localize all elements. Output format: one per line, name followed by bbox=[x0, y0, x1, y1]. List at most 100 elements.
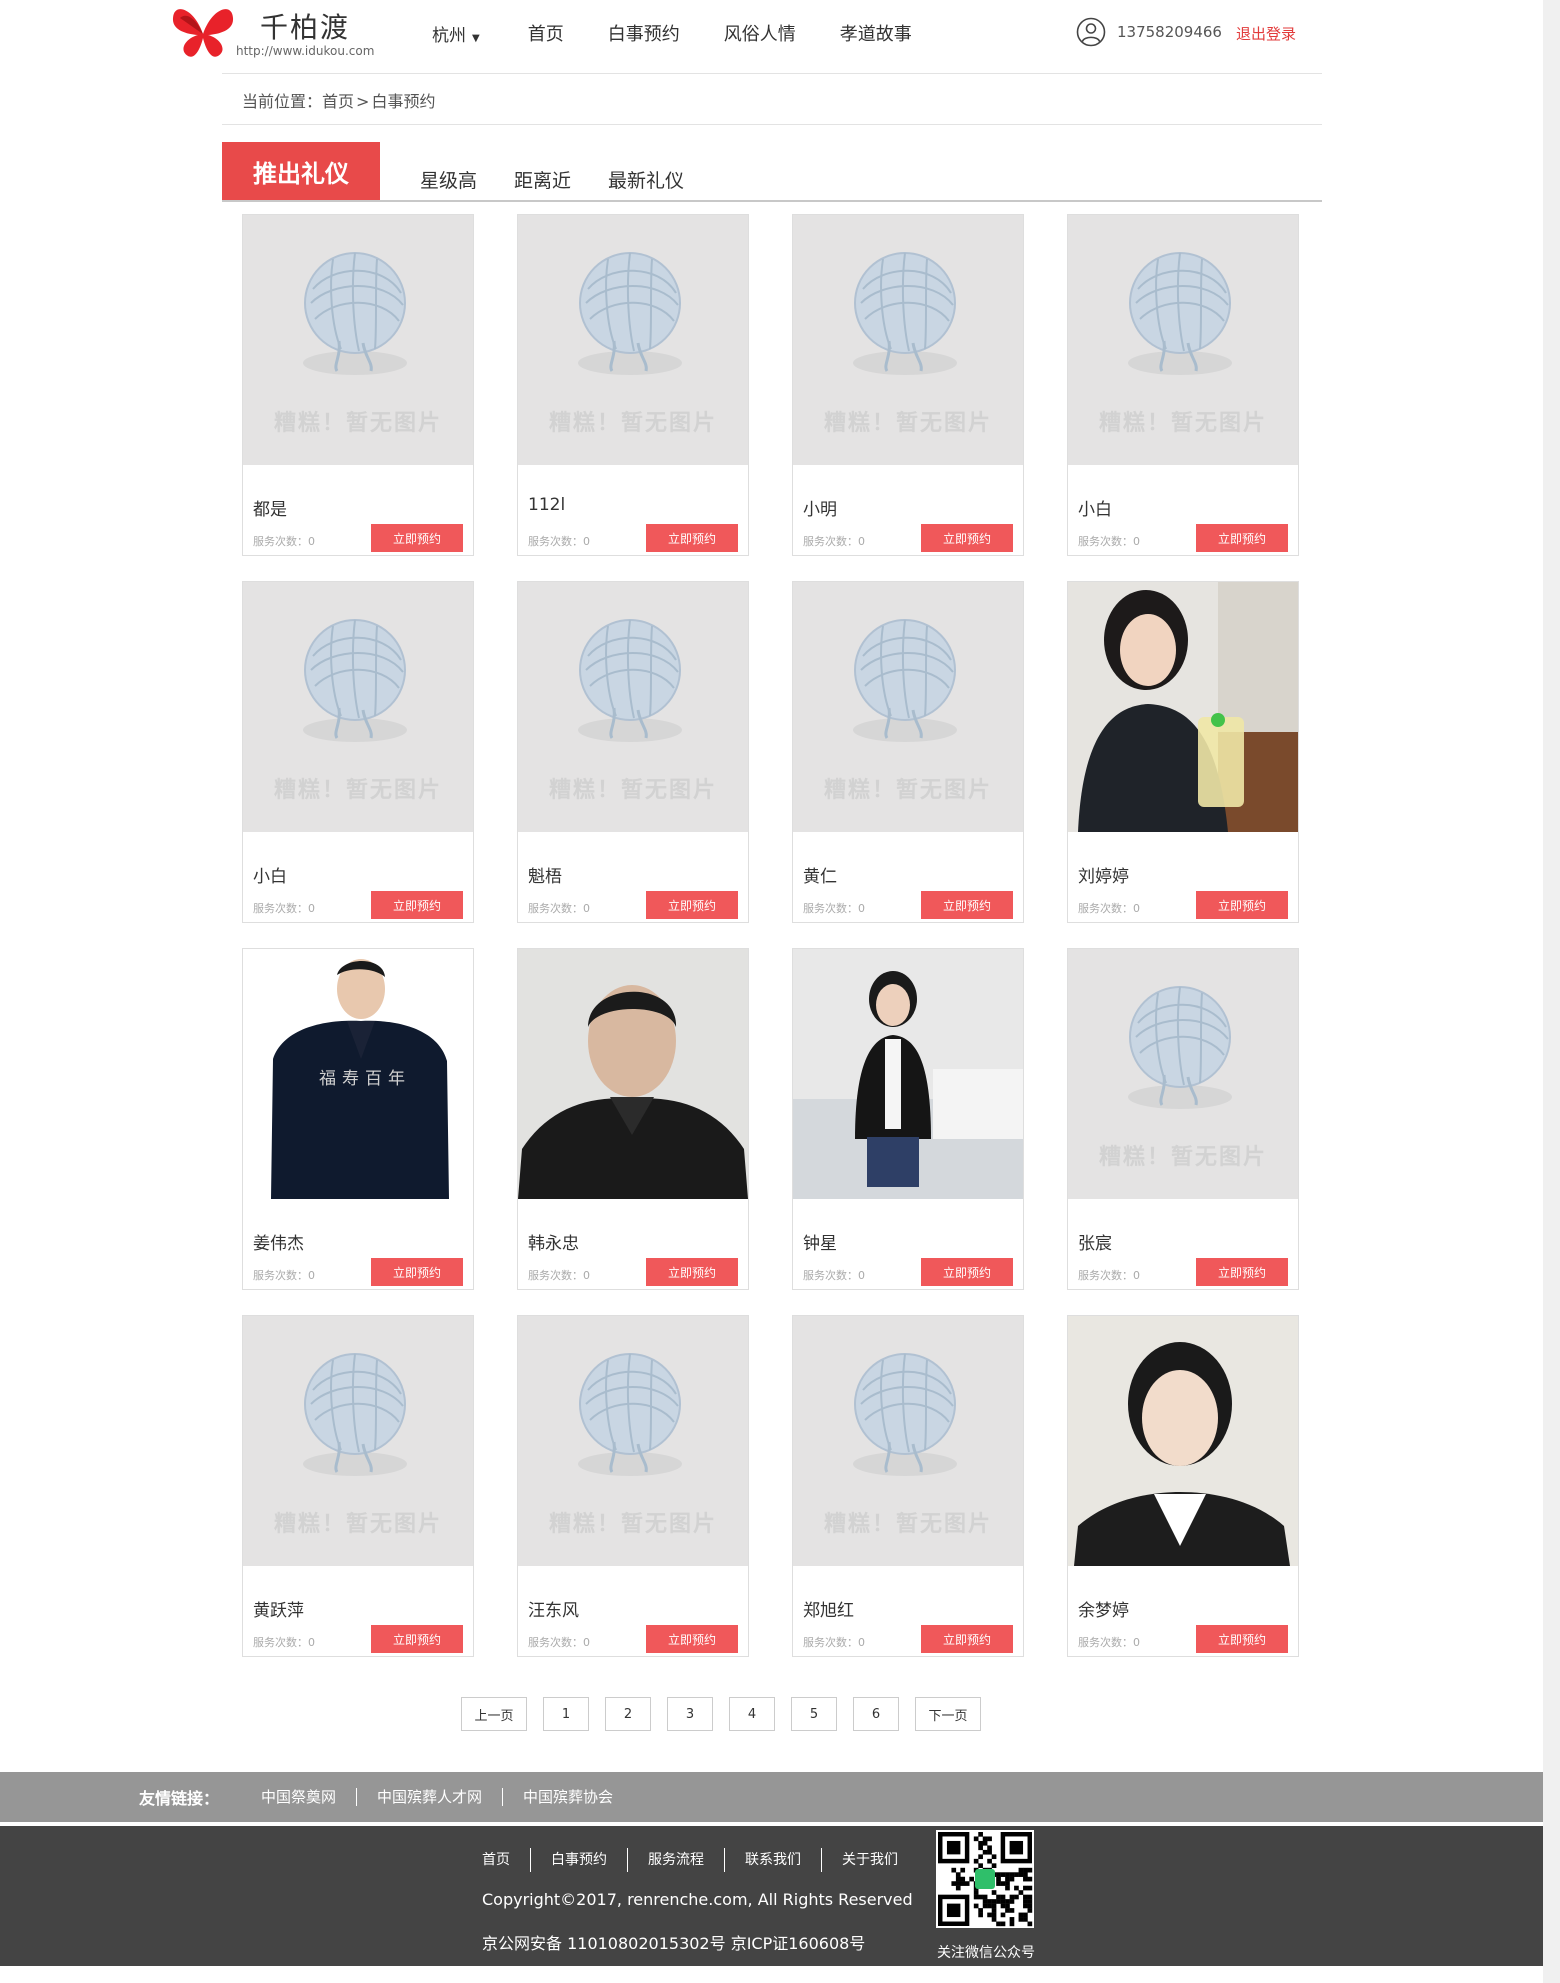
provider-card[interactable]: 糟糕！暂无图片 张宸 服务次数：0 立即预约 bbox=[1067, 948, 1299, 1290]
provider-photo-frame[interactable]: 糟糕！暂无图片 bbox=[518, 215, 748, 465]
nav-customs[interactable]: 风俗人情 bbox=[724, 20, 796, 46]
book-now-button[interactable]: 立即预约 bbox=[1196, 891, 1288, 919]
no-image-placeholder: 糟糕！暂无图片 bbox=[793, 582, 1023, 832]
provider-card[interactable]: 福寿百年 姜伟杰 服务次数：0 立即预约 bbox=[242, 948, 474, 1290]
provider-name[interactable]: 黄仁 bbox=[803, 862, 837, 887]
provider-name[interactable]: 刘婷婷 bbox=[1078, 862, 1129, 887]
page-button[interactable]: 2 bbox=[605, 1697, 651, 1731]
provider-photo-frame[interactable] bbox=[1068, 582, 1298, 832]
footer-link-about[interactable]: 关于我们 bbox=[822, 1848, 918, 1872]
footer-link-booking[interactable]: 白事预约 bbox=[531, 1848, 628, 1872]
provider-card[interactable]: 钟星 服务次数：0 立即预约 bbox=[792, 948, 1024, 1290]
provider-card[interactable]: 糟糕！暂无图片 汪东风 服务次数：0 立即预约 bbox=[517, 1315, 749, 1657]
book-now-button[interactable]: 立即预约 bbox=[921, 891, 1013, 919]
provider-name[interactable]: 小白 bbox=[1078, 495, 1112, 520]
provider-photo-frame[interactable] bbox=[793, 949, 1023, 1199]
service-count-value: 0 bbox=[858, 535, 865, 548]
book-now-button[interactable]: 立即预约 bbox=[646, 524, 738, 552]
provider-photo-frame[interactable]: 糟糕！暂无图片 bbox=[1068, 215, 1298, 465]
provider-card[interactable]: 韩永忠 服务次数：0 立即预约 bbox=[517, 948, 749, 1290]
provider-name[interactable]: 韩永忠 bbox=[528, 1229, 579, 1254]
provider-name[interactable]: 张宸 bbox=[1078, 1229, 1112, 1254]
breadcrumb-home[interactable]: 首页 bbox=[322, 92, 354, 111]
provider-photo-frame[interactable]: 糟糕！暂无图片 bbox=[243, 1316, 473, 1566]
friend-link[interactable]: 中国祭奠网 bbox=[241, 1788, 358, 1806]
book-now-button[interactable]: 立即预约 bbox=[1196, 1258, 1288, 1286]
book-now-button[interactable]: 立即预约 bbox=[646, 1625, 738, 1653]
book-now-button[interactable]: 立即预约 bbox=[371, 1625, 463, 1653]
provider-card[interactable]: 糟糕！暂无图片 魁梧 服务次数：0 立即预约 bbox=[517, 581, 749, 923]
provider-name[interactable]: 魁梧 bbox=[528, 862, 562, 887]
no-image-placeholder: 糟糕！暂无图片 bbox=[243, 582, 473, 832]
book-now-button[interactable]: 立即预约 bbox=[371, 1258, 463, 1286]
provider-card[interactable]: 糟糕！暂无图片 黄仁 服务次数：0 立即预约 bbox=[792, 581, 1024, 923]
provider-photo-frame[interactable]: 糟糕！暂无图片 bbox=[1068, 949, 1298, 1199]
prev-page-button[interactable]: 上一页 bbox=[461, 1697, 527, 1731]
logout-link[interactable]: 退出登录 bbox=[1236, 23, 1296, 44]
provider-name[interactable]: 112l bbox=[528, 495, 565, 515]
provider-card[interactable]: 刘婷婷 服务次数：0 立即预约 bbox=[1067, 581, 1299, 923]
page-button[interactable]: 4 bbox=[729, 1697, 775, 1731]
footer-link-contact[interactable]: 联系我们 bbox=[725, 1848, 822, 1872]
tab-featured[interactable]: 推出礼仪 bbox=[222, 142, 380, 200]
book-now-button[interactable]: 立即预约 bbox=[921, 524, 1013, 552]
provider-name[interactable]: 汪东风 bbox=[528, 1596, 579, 1621]
nav-filial-stories[interactable]: 孝道故事 bbox=[840, 20, 912, 46]
provider-photo-frame[interactable]: 福寿百年 bbox=[243, 949, 473, 1199]
provider-name[interactable]: 钟星 bbox=[803, 1229, 837, 1254]
page-button[interactable]: 3 bbox=[667, 1697, 713, 1731]
provider-card[interactable]: 余梦婷 服务次数：0 立即预约 bbox=[1067, 1315, 1299, 1657]
provider-photo-frame[interactable]: 糟糕！暂无图片 bbox=[518, 1316, 748, 1566]
book-now-button[interactable]: 立即预约 bbox=[921, 1258, 1013, 1286]
provider-photo-frame[interactable]: 糟糕！暂无图片 bbox=[793, 1316, 1023, 1566]
provider-photo-frame[interactable]: 糟糕！暂无图片 bbox=[243, 215, 473, 465]
butterfly-logo-icon[interactable] bbox=[170, 4, 236, 58]
tab-nearest[interactable]: 距离近 bbox=[514, 166, 571, 193]
book-now-button[interactable]: 立即预约 bbox=[371, 524, 463, 552]
filter-tabs: 推出礼仪 星级高 距离近 最新礼仪 bbox=[222, 142, 1322, 202]
book-now-button[interactable]: 立即预约 bbox=[371, 891, 463, 919]
provider-photo-frame[interactable]: 糟糕！暂无图片 bbox=[793, 215, 1023, 465]
page-button[interactable]: 5 bbox=[791, 1697, 837, 1731]
provider-name[interactable]: 姜伟杰 bbox=[253, 1229, 304, 1254]
provider-name[interactable]: 小明 bbox=[803, 495, 837, 520]
provider-name[interactable]: 黄跃萍 bbox=[253, 1596, 304, 1621]
brand-url: http://www.idukou.com bbox=[236, 44, 375, 58]
provider-card[interactable]: 糟糕！暂无图片 小白 服务次数：0 立即预约 bbox=[242, 581, 474, 923]
provider-card[interactable]: 糟糕！暂无图片 小白 服务次数：0 立即预约 bbox=[1067, 214, 1299, 556]
book-now-button[interactable]: 立即预约 bbox=[646, 1258, 738, 1286]
provider-card[interactable]: 糟糕！暂无图片 黄跃萍 服务次数：0 立即预约 bbox=[242, 1315, 474, 1657]
book-now-button[interactable]: 立即预约 bbox=[921, 1625, 1013, 1653]
tab-top-rated[interactable]: 星级高 bbox=[420, 166, 477, 193]
book-now-button[interactable]: 立即预约 bbox=[1196, 524, 1288, 552]
provider-name[interactable]: 郑旭红 bbox=[803, 1596, 854, 1621]
nav-funeral-booking[interactable]: 白事预约 bbox=[608, 20, 680, 46]
provider-name[interactable]: 余梦婷 bbox=[1078, 1596, 1129, 1621]
provider-card[interactable]: 糟糕！暂无图片 都是 服务次数：0 立即预约 bbox=[242, 214, 474, 556]
footer-link-process[interactable]: 服务流程 bbox=[628, 1848, 725, 1872]
provider-photo-frame[interactable]: 糟糕！暂无图片 bbox=[518, 582, 748, 832]
provider-card[interactable]: 糟糕！暂无图片 112l 服务次数：0 立即预约 bbox=[517, 214, 749, 556]
friend-link[interactable]: 中国殡葬协会 bbox=[503, 1788, 633, 1806]
provider-photo-frame[interactable] bbox=[518, 949, 748, 1199]
book-now-button[interactable]: 立即预约 bbox=[1196, 1625, 1288, 1653]
next-page-button[interactable]: 下一页 bbox=[915, 1697, 981, 1731]
service-count-value: 0 bbox=[583, 535, 590, 548]
provider-photo-frame[interactable] bbox=[1068, 1316, 1298, 1566]
provider-card[interactable]: 糟糕！暂无图片 小明 服务次数：0 立即预约 bbox=[792, 214, 1024, 556]
provider-photo-frame[interactable]: 糟糕！暂无图片 bbox=[793, 582, 1023, 832]
tab-newest[interactable]: 最新礼仪 bbox=[608, 166, 684, 193]
friend-link[interactable]: 中国殡葬人才网 bbox=[357, 1788, 504, 1806]
wechat-qr-code-icon bbox=[936, 1830, 1034, 1928]
book-now-button[interactable]: 立即预约 bbox=[646, 891, 738, 919]
user-icon[interactable] bbox=[1076, 17, 1106, 47]
nav-home[interactable]: 首页 bbox=[528, 20, 564, 46]
provider-photo-frame[interactable]: 糟糕！暂无图片 bbox=[243, 582, 473, 832]
page-button[interactable]: 6 bbox=[853, 1697, 899, 1731]
footer-link-home[interactable]: 首页 bbox=[462, 1848, 531, 1872]
page-button[interactable]: 1 bbox=[543, 1697, 589, 1731]
provider-card[interactable]: 糟糕！暂无图片 郑旭红 服务次数：0 立即预约 bbox=[792, 1315, 1024, 1657]
provider-name[interactable]: 小白 bbox=[253, 862, 287, 887]
provider-name[interactable]: 都是 bbox=[253, 495, 287, 520]
city-selector[interactable]: 杭州 ▼ bbox=[432, 21, 480, 46]
